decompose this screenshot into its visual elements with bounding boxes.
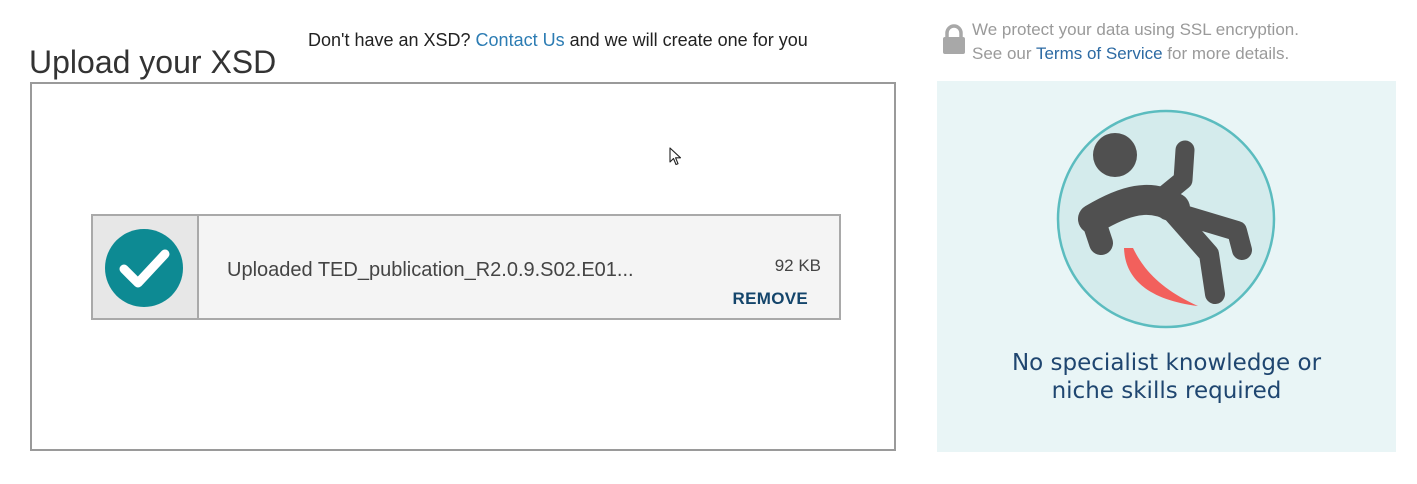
promo-caption: No specialist knowledge or niche skills … bbox=[937, 349, 1396, 405]
contact-us-link[interactable]: Contact Us bbox=[476, 30, 565, 50]
page-title: Upload your XSD bbox=[29, 44, 277, 81]
security-line-2-prefix: See our bbox=[972, 44, 1036, 63]
check-circle-icon bbox=[105, 229, 183, 307]
file-size: 92 KB bbox=[774, 256, 821, 275]
contact-prefix-text: Don't have an XSD? bbox=[308, 30, 476, 50]
contact-prompt: Don't have an XSD? Contact Us and we wil… bbox=[308, 29, 808, 51]
security-line-1: We protect your data using SSL encryptio… bbox=[972, 20, 1299, 39]
lock-icon bbox=[942, 24, 966, 56]
uploaded-file-card: Uploaded TED_publication_R2.0.9.S02.E01.… bbox=[91, 214, 841, 320]
mouse-cursor-icon bbox=[669, 147, 683, 167]
promo-panel: No specialist knowledge or niche skills … bbox=[937, 81, 1396, 452]
promo-caption-line-2: niche skills required bbox=[1051, 378, 1282, 404]
upload-status-cell bbox=[93, 216, 199, 318]
terms-of-service-link[interactable]: Terms of Service bbox=[1036, 44, 1163, 63]
security-line-2-suffix: for more details. bbox=[1162, 44, 1290, 63]
promo-caption-line-1: No specialist knowledge or bbox=[1011, 350, 1322, 376]
security-note: We protect your data using SSL encryptio… bbox=[940, 18, 1360, 70]
remove-file-button[interactable]: REMOVE bbox=[733, 289, 808, 309]
uploaded-file-name: Uploaded TED_publication_R2.0.9.S02.E01.… bbox=[227, 259, 634, 281]
security-line-2: See our Terms of Service for more detail… bbox=[972, 42, 1299, 66]
contact-suffix-text: and we will create one for you bbox=[564, 30, 808, 50]
falling-person-icon bbox=[1056, 109, 1276, 329]
